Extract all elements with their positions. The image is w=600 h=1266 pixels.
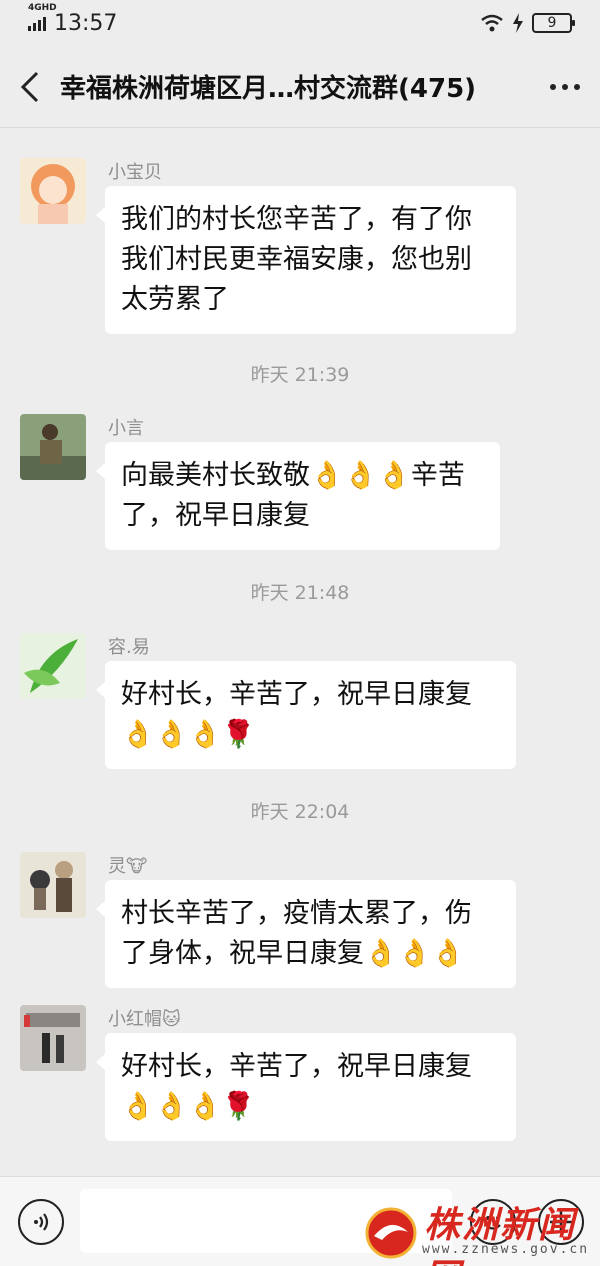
- network-type: 4GHD: [28, 3, 57, 13]
- avatar[interactable]: [20, 158, 86, 224]
- message-bubble[interactable]: 我们的村长您辛苦了，有了你 我们村民更幸福安康，您也别 太劳累了: [96, 186, 516, 334]
- message-bubble[interactable]: 好村长，辛苦了，祝早日康复 👌👌👌🌹: [96, 661, 516, 769]
- chat-header: 幸福株洲荷塘区月…村交流群(475): [0, 46, 600, 128]
- back-arrow-icon[interactable]: [0, 46, 60, 128]
- battery-level: 9: [547, 15, 557, 31]
- sender-name: 容.易: [108, 637, 150, 658]
- avatar[interactable]: [20, 633, 86, 699]
- message-line: 好村长，辛苦了，祝早日康复: [121, 679, 472, 710]
- sender-name: 小宝贝: [108, 162, 162, 183]
- signal-icon: 4GHD: [28, 3, 57, 31]
- message-line: 了身体，祝早日康复👌👌👌: [121, 938, 465, 969]
- battery-icon: 9: [532, 13, 575, 33]
- news-logo-icon: [365, 1207, 417, 1259]
- message-line: 我们村民更幸福安康，您也别: [121, 244, 472, 275]
- charging-icon: [513, 13, 523, 33]
- message-line: 👌👌👌🌹: [121, 719, 256, 750]
- voice-icon[interactable]: [18, 1199, 64, 1245]
- status-bar: 4GHD 13:57 9: [0, 0, 600, 46]
- avatar[interactable]: [20, 1005, 86, 1071]
- timestamp: 昨天 21:39: [250, 364, 350, 386]
- message-line: 了，祝早日康复: [121, 500, 310, 531]
- message-line: 太劳累了: [121, 284, 229, 315]
- more-icon[interactable]: [530, 46, 600, 128]
- watermark-url: www.zznews.gov.cn: [422, 1242, 590, 1257]
- sender-name: 小言: [108, 418, 144, 439]
- watermark: 株洲新闻网 www.zznews.gov.cn: [364, 1196, 600, 1266]
- wifi-icon: [481, 14, 503, 32]
- chat-title: 幸福株洲荷塘区月…村交流群(475): [60, 74, 477, 104]
- clock: 13:57: [54, 10, 118, 36]
- avatar[interactable]: [20, 852, 86, 918]
- sender-name: 灵🐮: [108, 856, 148, 877]
- sender-name: 小红帽🐱: [108, 1009, 181, 1030]
- message-line: 好村长，辛苦了，祝早日康复: [121, 1051, 472, 1082]
- message-line: 我们的村长您辛苦了，有了你: [121, 204, 472, 235]
- message-bubble[interactable]: 好村长，辛苦了，祝早日康复 👌👌👌🌹: [96, 1033, 516, 1141]
- message-line: 村长辛苦了，疫情太累了，伤: [121, 898, 472, 929]
- timestamp: 昨天 21:48: [250, 582, 350, 604]
- timestamp: 昨天 22:04: [250, 801, 350, 823]
- message-bubble[interactable]: 向最美村长致敬👌👌👌辛苦 了，祝早日康复: [96, 442, 500, 550]
- avatar[interactable]: [20, 414, 86, 480]
- message-line: 向最美村长致敬👌👌👌辛苦: [121, 460, 465, 491]
- message-bubble[interactable]: 村长辛苦了，疫情太累了，伤 了身体，祝早日康复👌👌👌: [96, 880, 516, 988]
- message-line: 👌👌👌🌹: [121, 1091, 256, 1122]
